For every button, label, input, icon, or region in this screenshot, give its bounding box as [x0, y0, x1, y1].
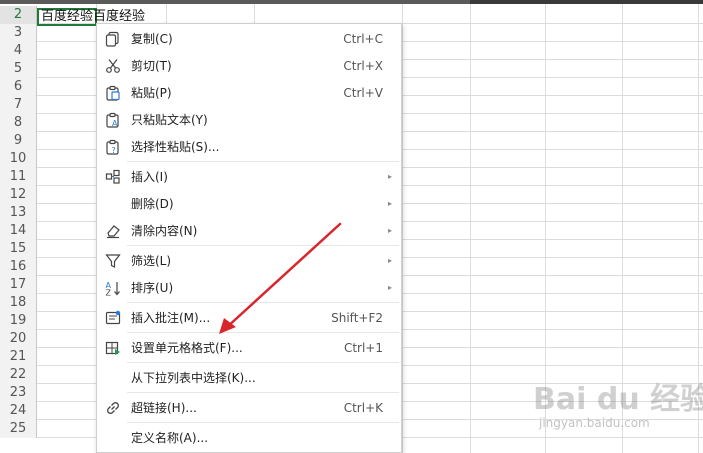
- baidu-watermark: Bai du 经验 jingyan.baidu.com: [533, 372, 703, 444]
- watermark-url: jingyan.baidu.com: [539, 416, 650, 430]
- watermark-brand: Bai du 经验: [533, 382, 703, 417]
